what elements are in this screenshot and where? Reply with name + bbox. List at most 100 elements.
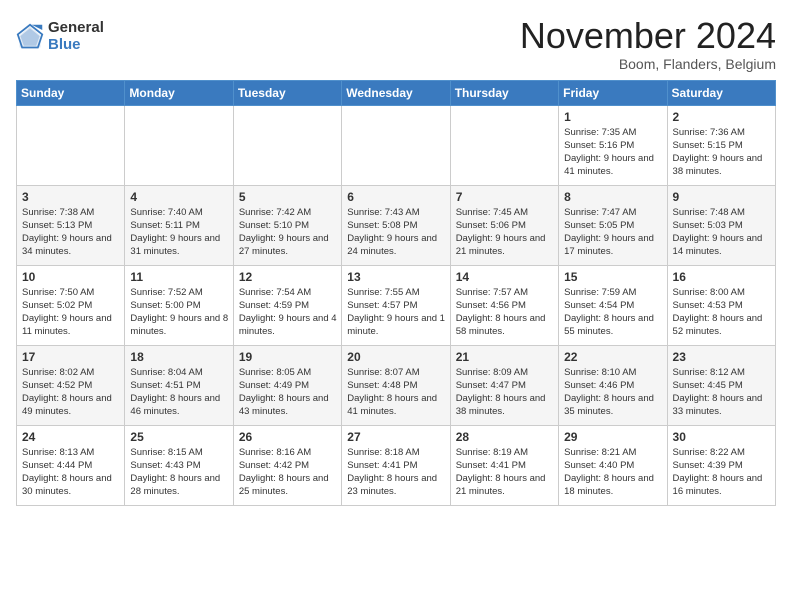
day-info: Sunrise: 8:15 AM Sunset: 4:43 PM Dayligh… <box>130 446 228 499</box>
calendar-week-4: 17 Sunrise: 8:02 AM Sunset: 4:52 PM Dayli… <box>17 345 776 425</box>
day-info: Sunrise: 7:54 AM Sunset: 4:59 PM Dayligh… <box>239 286 337 339</box>
day-number: 9 <box>673 190 771 204</box>
table-row: 20 Sunrise: 8:07 AM Sunset: 4:48 PM Dayli… <box>342 345 450 425</box>
day-number: 23 <box>673 350 771 364</box>
day-number: 12 <box>239 270 337 284</box>
table-row: 17 Sunrise: 8:02 AM Sunset: 4:52 PM Dayli… <box>17 345 125 425</box>
day-number: 29 <box>564 430 662 444</box>
col-thursday: Thursday <box>450 80 558 105</box>
table-row: 10Sunrise: 7:50 AM Sunset: 5:02 PM Dayli… <box>17 265 125 345</box>
day-info: Sunrise: 7:40 AM Sunset: 5:11 PM Dayligh… <box>130 206 228 259</box>
col-wednesday: Wednesday <box>342 80 450 105</box>
day-info: Sunrise: 8:13 AM Sunset: 4:44 PM Dayligh… <box>22 446 120 499</box>
day-info: Sunrise: 8:22 AM Sunset: 4:39 PM Dayligh… <box>673 446 771 499</box>
subtitle: Boom, Flanders, Belgium <box>520 56 776 72</box>
col-tuesday: Tuesday <box>233 80 341 105</box>
table-row: 8Sunrise: 7:47 AM Sunset: 5:05 PM Daylig… <box>559 185 667 265</box>
day-number: 16 <box>673 270 771 284</box>
table-row: 21Sunrise: 8:09 AM Sunset: 4:47 PM Dayli… <box>450 345 558 425</box>
calendar-week-5: 24 Sunrise: 8:13 AM Sunset: 4:44 PM Dayli… <box>17 425 776 505</box>
calendar-week-2: 3Sunrise: 7:38 AM Sunset: 5:13 PM Daylig… <box>17 185 776 265</box>
day-number: 14 <box>456 270 554 284</box>
day-info: Sunrise: 7:52 AM Sunset: 5:00 PM Dayligh… <box>130 286 228 339</box>
page: General Blue November 2024 Boom, Flander… <box>0 0 792 516</box>
col-monday: Monday <box>125 80 233 105</box>
day-number: 15 <box>564 270 662 284</box>
logo-text: General Blue <box>48 20 104 53</box>
day-info: Sunrise: 8:16 AM Sunset: 4:42 PM Dayligh… <box>239 446 337 499</box>
logo-general-text: General <box>48 20 104 37</box>
calendar-week-3: 10Sunrise: 7:50 AM Sunset: 5:02 PM Dayli… <box>17 265 776 345</box>
day-info: Sunrise: 7:38 AM Sunset: 5:13 PM Dayligh… <box>22 206 120 259</box>
table-row: 12 Sunrise: 7:54 AM Sunset: 4:59 PM Dayli… <box>233 265 341 345</box>
table-row: 16 Sunrise: 8:00 AM Sunset: 4:53 PM Dayli… <box>667 265 775 345</box>
day-info: Sunrise: 8:12 AM Sunset: 4:45 PM Dayligh… <box>673 366 771 419</box>
day-number: 5 <box>239 190 337 204</box>
table-row: 2 Sunrise: 7:36 AM Sunset: 5:15 PM Daylig… <box>667 105 775 185</box>
table-row: 18 Sunrise: 8:04 AM Sunset: 4:51 PM Dayli… <box>125 345 233 425</box>
day-info: Sunrise: 7:35 AM Sunset: 5:16 PM Dayligh… <box>564 126 662 179</box>
col-sunday: Sunday <box>17 80 125 105</box>
day-info: Sunrise: 7:45 AM Sunset: 5:06 PM Dayligh… <box>456 206 554 259</box>
day-info: Sunrise: 8:04 AM Sunset: 4:51 PM Dayligh… <box>130 366 228 419</box>
day-info: Sunrise: 8:19 AM Sunset: 4:41 PM Dayligh… <box>456 446 554 499</box>
day-info: Sunrise: 8:02 AM Sunset: 4:52 PM Dayligh… <box>22 366 120 419</box>
day-number: 17 <box>22 350 120 364</box>
table-row: 19Sunrise: 8:05 AM Sunset: 4:49 PM Dayli… <box>233 345 341 425</box>
day-number: 19 <box>239 350 337 364</box>
table-row: 29 Sunrise: 8:21 AM Sunset: 4:40 PM Dayli… <box>559 425 667 505</box>
day-number: 2 <box>673 110 771 124</box>
table-row: 23 Sunrise: 8:12 AM Sunset: 4:45 PM Dayli… <box>667 345 775 425</box>
day-number: 27 <box>347 430 445 444</box>
day-number: 8 <box>564 190 662 204</box>
table-row: 28 Sunrise: 8:19 AM Sunset: 4:41 PM Dayli… <box>450 425 558 505</box>
day-number: 1 <box>564 110 662 124</box>
col-friday: Friday <box>559 80 667 105</box>
day-number: 24 <box>22 430 120 444</box>
day-info: Sunrise: 8:07 AM Sunset: 4:48 PM Dayligh… <box>347 366 445 419</box>
table-row: 9Sunrise: 7:48 AM Sunset: 5:03 PM Daylig… <box>667 185 775 265</box>
table-row: 22Sunrise: 8:10 AM Sunset: 4:46 PM Dayli… <box>559 345 667 425</box>
day-info: Sunrise: 7:42 AM Sunset: 5:10 PM Dayligh… <box>239 206 337 259</box>
month-title: November 2024 <box>520 16 776 56</box>
day-info: Sunrise: 8:18 AM Sunset: 4:41 PM Dayligh… <box>347 446 445 499</box>
day-number: 11 <box>130 270 228 284</box>
table-row: 25 Sunrise: 8:15 AM Sunset: 4:43 PM Dayli… <box>125 425 233 505</box>
day-number: 13 <box>347 270 445 284</box>
logo-icon <box>16 23 44 51</box>
day-info: Sunrise: 8:00 AM Sunset: 4:53 PM Dayligh… <box>673 286 771 339</box>
table-row: 6 Sunrise: 7:43 AM Sunset: 5:08 PM Daylig… <box>342 185 450 265</box>
table-row: 14Sunrise: 7:57 AM Sunset: 4:56 PM Dayli… <box>450 265 558 345</box>
day-number: 26 <box>239 430 337 444</box>
day-info: Sunrise: 7:55 AM Sunset: 4:57 PM Dayligh… <box>347 286 445 339</box>
logo: General Blue <box>16 20 104 53</box>
table-row: 13 Sunrise: 7:55 AM Sunset: 4:57 PM Dayli… <box>342 265 450 345</box>
day-number: 4 <box>130 190 228 204</box>
day-info: Sunrise: 8:21 AM Sunset: 4:40 PM Dayligh… <box>564 446 662 499</box>
header: General Blue November 2024 Boom, Flander… <box>16 16 776 72</box>
table-row <box>450 105 558 185</box>
day-number: 20 <box>347 350 445 364</box>
logo-blue-text: Blue <box>48 37 104 54</box>
table-row: 3Sunrise: 7:38 AM Sunset: 5:13 PM Daylig… <box>17 185 125 265</box>
table-row: 4 Sunrise: 7:40 AM Sunset: 5:11 PM Daylig… <box>125 185 233 265</box>
calendar-week-1: 1 Sunrise: 7:35 AM Sunset: 5:16 PM Daylig… <box>17 105 776 185</box>
title-block: November 2024 Boom, Flanders, Belgium <box>520 16 776 72</box>
day-number: 6 <box>347 190 445 204</box>
table-row <box>125 105 233 185</box>
day-number: 25 <box>130 430 228 444</box>
day-info: Sunrise: 7:43 AM Sunset: 5:08 PM Dayligh… <box>347 206 445 259</box>
day-info: Sunrise: 7:36 AM Sunset: 5:15 PM Dayligh… <box>673 126 771 179</box>
day-number: 21 <box>456 350 554 364</box>
table-row: 30 Sunrise: 8:22 AM Sunset: 4:39 PM Dayli… <box>667 425 775 505</box>
day-number: 18 <box>130 350 228 364</box>
day-info: Sunrise: 8:10 AM Sunset: 4:46 PM Dayligh… <box>564 366 662 419</box>
col-saturday: Saturday <box>667 80 775 105</box>
table-row: 15Sunrise: 7:59 AM Sunset: 4:54 PM Dayli… <box>559 265 667 345</box>
table-row: 5 Sunrise: 7:42 AM Sunset: 5:10 PM Daylig… <box>233 185 341 265</box>
table-row: 11 Sunrise: 7:52 AM Sunset: 5:00 PM Dayli… <box>125 265 233 345</box>
table-row: 27 Sunrise: 8:18 AM Sunset: 4:41 PM Dayli… <box>342 425 450 505</box>
day-number: 10 <box>22 270 120 284</box>
day-number: 30 <box>673 430 771 444</box>
day-number: 28 <box>456 430 554 444</box>
